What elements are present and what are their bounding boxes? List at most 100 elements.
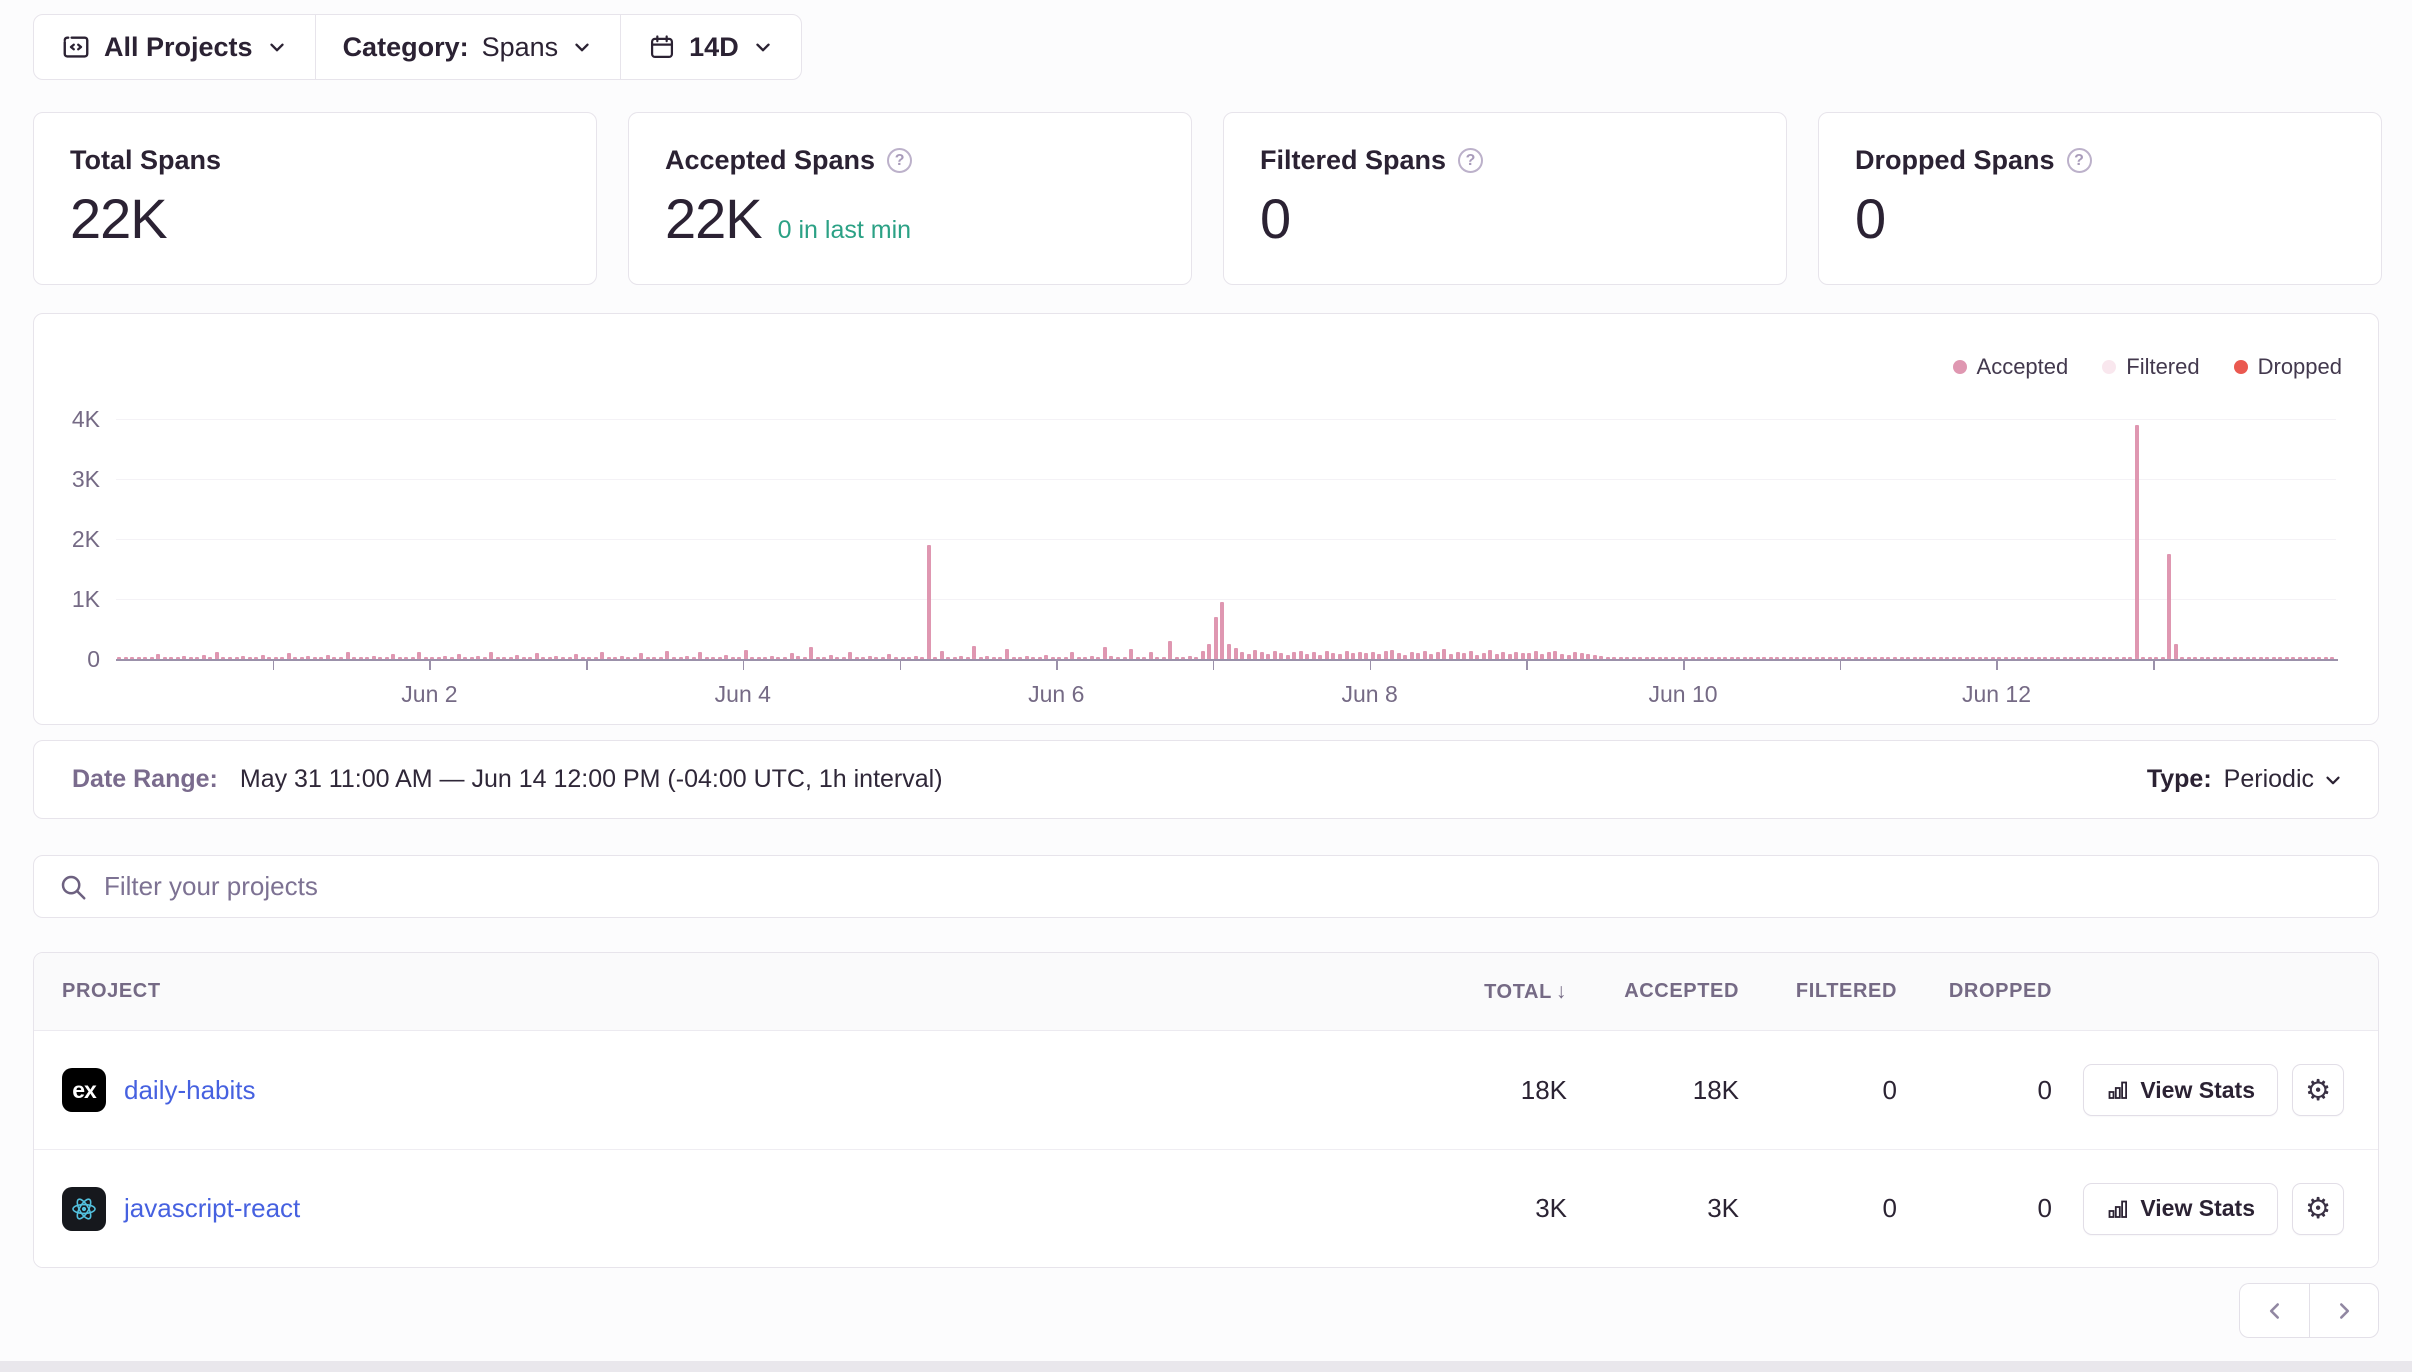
filter-bar: All Projects Category: Spans 14D: [33, 14, 802, 80]
accepted-spans-card: Accepted Spans ? 22K 0 in last min: [628, 112, 1192, 285]
bar: [1070, 652, 1074, 659]
date-range-caption: Date Range:: [72, 765, 218, 794]
legend-item-filtered[interactable]: Filtered: [2102, 354, 2199, 380]
card-title: Total Spans: [70, 145, 221, 176]
date-range-dropdown[interactable]: 14D: [621, 15, 801, 79]
x-axis-tick: [429, 661, 431, 670]
help-icon[interactable]: ?: [2067, 148, 2092, 173]
dropped-spans-card: Dropped Spans ? 0: [1818, 112, 2382, 285]
dropped-cell: 0: [1897, 1193, 2052, 1224]
search-input[interactable]: [104, 871, 2354, 902]
bar: [1390, 650, 1394, 659]
projects-icon: [61, 32, 91, 62]
category-filter-dropdown[interactable]: Category: Spans: [316, 15, 621, 79]
legend-item-dropped[interactable]: Dropped: [2234, 354, 2342, 380]
type-label: Type:: [2147, 765, 2212, 794]
bar: [1384, 651, 1388, 659]
react-icon: [62, 1187, 106, 1231]
x-axis-tick: [1370, 661, 1372, 670]
bar: [1410, 652, 1414, 659]
legend-item-accepted[interactable]: Accepted: [1953, 354, 2069, 380]
chevron-right-icon: [2331, 1298, 2357, 1324]
filtered-spans-card: Filtered Spans ? 0: [1223, 112, 1787, 285]
bar: [215, 652, 219, 659]
bar: [1312, 652, 1316, 659]
chevron-left-icon: [2262, 1298, 2288, 1324]
bar: [1227, 644, 1231, 659]
type-dropdown[interactable]: Type: Periodic: [2147, 765, 2344, 794]
project-link[interactable]: daily-habits: [124, 1075, 256, 1106]
accepted-spans-value: 22K: [665, 186, 762, 251]
projects-table: PROJECT TOTAL↓ ACCEPTED FILTERED DROPPED…: [33, 952, 2379, 1268]
x-axis-tick: [1996, 661, 1998, 670]
bar: [1456, 652, 1460, 659]
column-header-filtered[interactable]: FILTERED: [1739, 980, 1897, 1003]
x-axis-tick-label: Jun 6: [1028, 681, 1084, 708]
bar: [417, 652, 421, 659]
help-icon[interactable]: ?: [887, 148, 912, 173]
table-row: ex daily-habits 18K 18K 0 0 View Stats ⚙: [34, 1031, 2378, 1149]
previous-page-button[interactable]: [2239, 1283, 2309, 1338]
bar: [1573, 652, 1577, 659]
x-axis-tick-label: Jun 8: [1342, 681, 1398, 708]
y-axis-tick-label: 3K: [34, 466, 100, 493]
bar: [744, 650, 748, 659]
bar: [1442, 649, 1446, 659]
view-stats-button[interactable]: View Stats: [2083, 1183, 2278, 1235]
x-axis-tick: [743, 661, 745, 670]
bar: [1253, 650, 1257, 659]
bar: [2135, 425, 2139, 659]
legend-label: Filtered: [2126, 354, 2199, 380]
bar: [1005, 649, 1009, 659]
x-axis-tick-label: Jun 10: [1649, 681, 1718, 708]
sort-desc-icon: ↓: [1556, 980, 1567, 1003]
table-header-row: PROJECT TOTAL↓ ACCEPTED FILTERED DROPPED: [34, 953, 2378, 1031]
bar-series-accepted[interactable]: [116, 419, 2336, 659]
project-link[interactable]: javascript-react: [124, 1193, 300, 1224]
project-search-bar: [33, 855, 2379, 918]
date-range-bar: Date Range: May 31 11:00 AM — Jun 14 12:…: [33, 740, 2379, 819]
bar: [1234, 648, 1238, 659]
total-cell: 18K: [1417, 1075, 1567, 1106]
spans-chart-card: Accepted Filtered Dropped 01K2K3K4K Jun …: [33, 313, 2379, 725]
x-axis-tick-label: Jun 4: [715, 681, 771, 708]
total-spans-value: 22K: [70, 186, 167, 251]
pagination: [2239, 1283, 2379, 1338]
help-icon[interactable]: ?: [1458, 148, 1483, 173]
bar: [1469, 651, 1473, 659]
total-spans-card: Total Spans 22K: [33, 112, 597, 285]
chevron-down-icon: [752, 36, 774, 58]
next-page-button[interactable]: [2309, 1283, 2379, 1338]
total-cell: 3K: [1417, 1193, 1567, 1224]
dropped-dot-icon: [2234, 360, 2248, 374]
column-header-accepted[interactable]: ACCEPTED: [1567, 980, 1739, 1003]
filtered-spans-value: 0: [1260, 186, 1290, 251]
column-header-dropped[interactable]: DROPPED: [1897, 980, 2052, 1003]
bar: [698, 652, 702, 659]
bar: [665, 651, 669, 659]
accepted-dot-icon: [1953, 360, 1967, 374]
accepted-cell: 3K: [1567, 1193, 1739, 1224]
accepted-cell: 18K: [1567, 1075, 1739, 1106]
accepted-last-min: 0 in last min: [778, 216, 911, 245]
project-settings-button[interactable]: ⚙: [2292, 1183, 2344, 1235]
column-header-total[interactable]: TOTAL↓: [1417, 980, 1567, 1004]
bar: [1129, 649, 1133, 659]
bar: [1103, 647, 1107, 659]
legend-label: Accepted: [1977, 354, 2069, 380]
bar: [600, 652, 604, 659]
bar: [1514, 652, 1518, 660]
type-value: Periodic: [2224, 765, 2314, 794]
view-stats-button[interactable]: View Stats: [2083, 1064, 2278, 1116]
filtered-cell: 0: [1739, 1075, 1897, 1106]
category-filter-label: Category:: [343, 32, 469, 63]
bar: [2174, 644, 2178, 659]
x-axis-tick: [1056, 661, 1058, 670]
project-settings-button[interactable]: ⚙: [2292, 1064, 2344, 1116]
express-icon: ex: [62, 1068, 106, 1112]
category-filter-value: Spans: [482, 32, 559, 63]
bar: [1240, 652, 1244, 659]
date-range-label: 14D: [689, 32, 739, 63]
project-filter-dropdown[interactable]: All Projects: [34, 15, 315, 79]
y-axis-tick-label: 0: [34, 646, 100, 673]
